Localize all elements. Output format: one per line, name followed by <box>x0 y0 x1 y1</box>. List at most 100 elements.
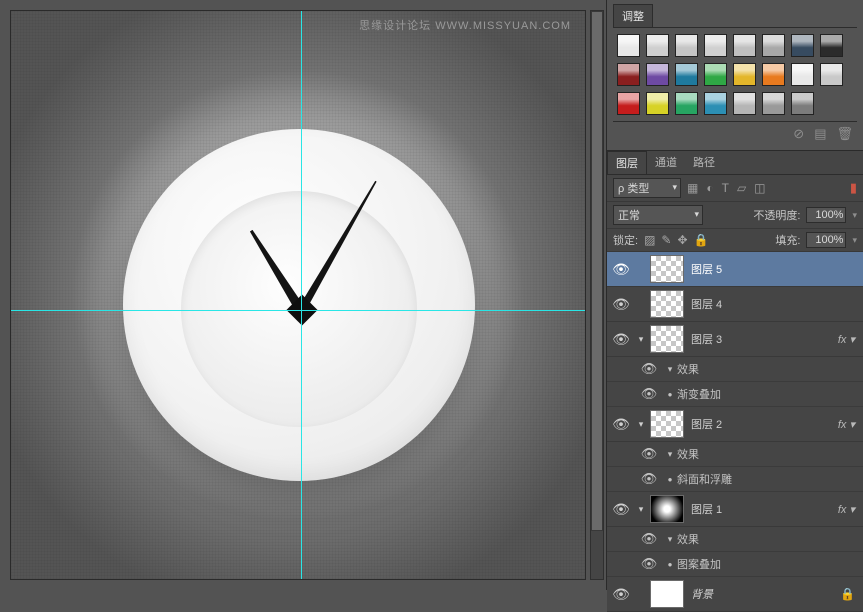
swatch[interactable] <box>791 63 814 86</box>
visibility-toggle-icon[interactable]: 👁 <box>607 296 635 313</box>
layer-name[interactable]: 图层 2 <box>687 416 830 432</box>
swatch[interactable] <box>617 92 640 115</box>
guide-horizontal[interactable] <box>11 310 585 311</box>
visibility-toggle-icon[interactable]: 👁 <box>607 261 635 278</box>
filter-type-icon[interactable]: T <box>722 181 729 195</box>
visibility-toggle-icon[interactable]: 👁 <box>635 556 663 572</box>
layers-tabs: 图层 通道 路径 <box>607 151 863 175</box>
layer-effect-row[interactable]: 👁●斜面和浮雕 <box>607 467 863 492</box>
disclosure-triangle-icon[interactable]: ▾ <box>635 334 647 345</box>
tab-paths[interactable]: 路径 <box>685 151 723 174</box>
lock-position-icon[interactable]: ✥ <box>677 233 687 247</box>
visibility-toggle-icon[interactable]: 👁 <box>607 331 635 348</box>
filter-shape-icon[interactable]: ▱ <box>737 181 746 195</box>
opacity-label: 不透明度: <box>753 207 800 223</box>
swatch[interactable] <box>675 34 698 57</box>
layer-name[interactable]: 图层 5 <box>687 261 863 277</box>
filter-smart-icon[interactable]: ◫ <box>754 181 765 195</box>
lock-all-icon[interactable]: 🔒 <box>694 233 709 247</box>
layer-thumbnail[interactable] <box>650 325 684 353</box>
swatch[interactable] <box>646 63 669 86</box>
blend-mode-select[interactable]: 正常 ▾ <box>613 205 703 225</box>
effect-label: 效果 <box>677 527 863 551</box>
layer-row[interactable]: 👁 图层 5 <box>607 252 863 287</box>
layer-name[interactable]: 图层 1 <box>687 501 830 517</box>
effect-label: 效果 <box>677 442 863 466</box>
fill-input[interactable] <box>806 232 846 248</box>
swatch[interactable] <box>617 34 640 57</box>
chevron-down-icon[interactable]: ▾ <box>852 210 857 221</box>
layer-effect-row[interactable]: 👁▾效果 <box>607 527 863 552</box>
swatch[interactable] <box>646 92 669 115</box>
filter-pixel-icon[interactable]: ▦ <box>687 181 698 195</box>
layer-effect-row[interactable]: 👁▾效果 <box>607 442 863 467</box>
no-icon[interactable]: ⊘ <box>793 126 804 142</box>
layer-row[interactable]: 👁背景🔒 <box>607 577 863 612</box>
layer-name[interactable]: 图层 3 <box>687 331 830 347</box>
canvas-scrollbar-vertical[interactable] <box>590 10 604 580</box>
layer-effect-row[interactable]: 👁●渐变叠加 <box>607 382 863 407</box>
visibility-toggle-icon[interactable]: 👁 <box>607 586 635 603</box>
visibility-toggle-icon[interactable]: 👁 <box>635 471 663 487</box>
swatch[interactable] <box>704 92 727 115</box>
layer-name[interactable]: 图层 4 <box>687 296 863 312</box>
lock-paint-icon[interactable]: ✎ <box>661 233 671 247</box>
layer-effect-row[interactable]: 👁▾效果 <box>607 357 863 382</box>
swatch[interactable] <box>762 34 785 57</box>
swatch[interactable] <box>733 63 756 86</box>
layer-row[interactable]: 👁▾ 图层 1fx ▾ <box>607 492 863 527</box>
filter-toggle-icon[interactable]: ▮ <box>850 180 857 196</box>
layer-effect-row[interactable]: 👁●图案叠加 <box>607 552 863 577</box>
blend-opacity-row: 正常 ▾ 不透明度: ▾ <box>607 202 863 229</box>
visibility-toggle-icon[interactable]: 👁 <box>635 361 663 377</box>
visibility-toggle-icon[interactable]: 👁 <box>635 386 663 402</box>
swatch[interactable] <box>617 63 640 86</box>
layer-thumbnail[interactable] <box>650 580 684 608</box>
swatch[interactable] <box>762 63 785 86</box>
layer-thumbnail[interactable] <box>650 290 684 318</box>
layer-fx-badge[interactable]: fx ▾ <box>830 503 863 516</box>
chevron-down-icon: ▾ <box>694 209 699 220</box>
swatch[interactable] <box>791 34 814 57</box>
document-canvas[interactable]: 思缘设计论坛 WWW.MISSYUAN.COM <box>10 10 586 580</box>
layers-panel: 图层 通道 路径 ρ 类型 ▾ ▦ ◐ T ▱ ◫ ▮ 正常 ▾ <box>607 150 863 612</box>
swatch[interactable] <box>646 34 669 57</box>
visibility-toggle-icon[interactable]: 👁 <box>607 501 635 518</box>
swatch[interactable] <box>762 92 785 115</box>
layer-row[interactable]: 👁 图层 4 <box>607 287 863 322</box>
tab-channels[interactable]: 通道 <box>647 151 685 174</box>
layer-kind-select[interactable]: ρ 类型 ▾ <box>613 178 681 198</box>
new-icon[interactable]: ▤ <box>814 126 826 142</box>
filter-adjust-icon[interactable]: ◐ <box>706 181 713 195</box>
trash-icon[interactable]: 🗑 <box>836 126 853 142</box>
layer-thumbnail[interactable] <box>650 410 684 438</box>
swatch[interactable] <box>675 92 698 115</box>
layer-thumbnail[interactable] <box>650 255 684 283</box>
guide-vertical[interactable] <box>301 11 302 579</box>
lock-transparent-icon[interactable]: ▨ <box>644 233 655 247</box>
scrollbar-thumb[interactable] <box>591 11 603 531</box>
swatch[interactable] <box>820 63 843 86</box>
swatch[interactable] <box>733 92 756 115</box>
layer-name[interactable]: 背景 <box>687 586 832 602</box>
swatch[interactable] <box>704 63 727 86</box>
swatch[interactable] <box>733 34 756 57</box>
layer-row[interactable]: 👁▾ 图层 2fx ▾ <box>607 407 863 442</box>
layer-thumbnail[interactable] <box>650 495 684 523</box>
swatch[interactable] <box>675 63 698 86</box>
disclosure-triangle-icon[interactable]: ▾ <box>635 504 647 515</box>
opacity-input[interactable] <box>806 207 846 223</box>
tab-layers[interactable]: 图层 <box>607 151 647 174</box>
swatch[interactable] <box>791 92 814 115</box>
layer-fx-badge[interactable]: fx ▾ <box>830 418 863 431</box>
disclosure-triangle-icon[interactable]: ▾ <box>635 419 647 430</box>
visibility-toggle-icon[interactable]: 👁 <box>607 416 635 433</box>
chevron-down-icon[interactable]: ▾ <box>852 235 857 246</box>
visibility-toggle-icon[interactable]: 👁 <box>635 531 663 547</box>
swatch[interactable] <box>704 34 727 57</box>
tab-adjustments[interactable]: 调整 <box>613 4 653 27</box>
swatch[interactable] <box>820 34 843 57</box>
visibility-toggle-icon[interactable]: 👁 <box>635 446 663 462</box>
layer-row[interactable]: 👁▾ 图层 3fx ▾ <box>607 322 863 357</box>
layer-fx-badge[interactable]: fx ▾ <box>830 333 863 346</box>
